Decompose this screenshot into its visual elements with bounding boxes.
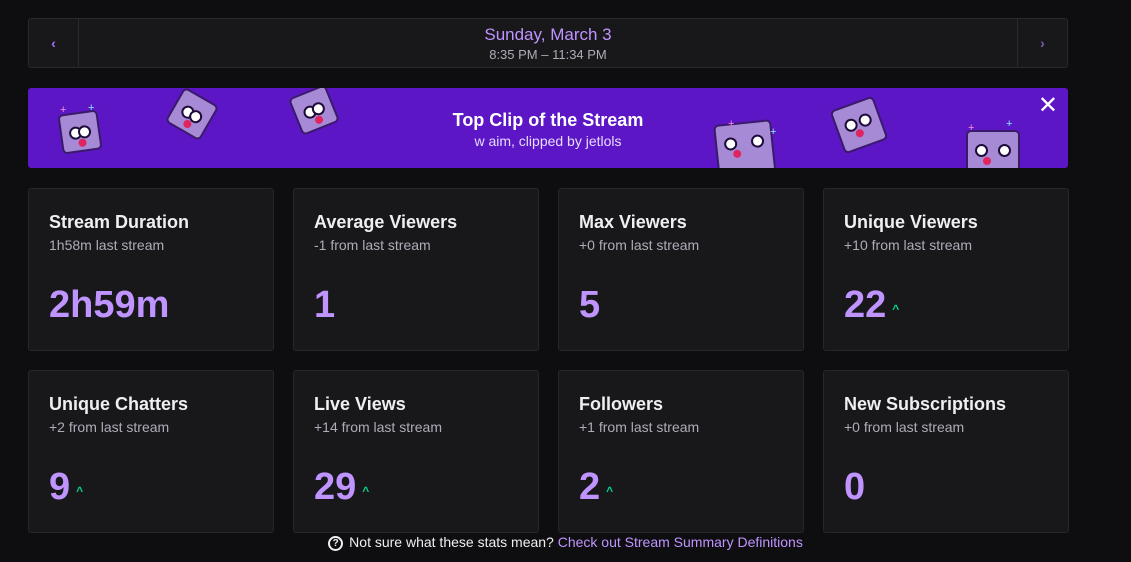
stat-title: New Subscriptions <box>844 394 1007 414</box>
stat-value: 22 <box>844 284 887 326</box>
stat-title: Average Viewers <box>314 212 458 232</box>
stat-comparison: +0 from last stream <box>844 419 965 435</box>
trend-up-icon: ^ <box>892 302 900 316</box>
top-clip-subtitle: w aim, clipped by jetlols <box>474 133 622 149</box>
stat-value: 1 <box>314 284 336 326</box>
stat-card-unique-viewers: Unique Viewers +10 from last stream 22 ^ <box>823 188 1069 351</box>
stream-date-title: Sunday, March 3 <box>484 24 612 44</box>
stat-card-unique-chatters: Unique Chatters +2 from last stream 9 ^ <box>28 370 274 533</box>
stat-value: 5 <box>579 284 601 326</box>
close-icon[interactable]: ✕ <box>1038 94 1058 118</box>
top-clip-info: Top Clip of the Stream w aim, clipped by… <box>28 108 1068 150</box>
stat-value: 9 <box>49 466 71 508</box>
stat-card-live-views: Live Views +14 from last stream 29 ^ <box>293 370 539 533</box>
stat-comparison: 1h58m last stream <box>49 237 165 253</box>
stat-card-stream-duration: Stream Duration 1h58m last stream 2h59m <box>28 188 274 351</box>
trend-up-icon: ^ <box>362 484 370 498</box>
date-navigator: ‹ Sunday, March 3 8:35 PM – 11:34 PM › <box>28 18 1068 68</box>
stat-card-average-viewers: Average Viewers -1 from last stream 1 <box>293 188 539 351</box>
stat-comparison: +1 from last stream <box>579 419 700 435</box>
stat-value: 0 <box>844 466 866 508</box>
stat-comparison: +2 from last stream <box>49 419 170 435</box>
stream-date: Sunday, March 3 8:35 PM – 11:34 PM <box>79 19 1017 67</box>
stream-time-range: 8:35 PM – 11:34 PM <box>489 46 607 62</box>
stat-title: Unique Viewers <box>844 212 978 232</box>
stat-card-followers: Followers +1 from last stream 2 ^ <box>558 370 804 533</box>
stat-title: Live Views <box>314 394 406 414</box>
stat-comparison: -1 from last stream <box>314 237 431 253</box>
trend-up-icon: ^ <box>76 484 84 498</box>
stat-title: Max Viewers <box>579 212 687 232</box>
top-clip-banner[interactable]: + + + + + + Top Clip of the Stream w aim… <box>28 88 1068 168</box>
stat-title: Unique Chatters <box>49 394 189 414</box>
chevron-left-icon: ‹ <box>51 35 56 51</box>
stat-title: Stream Duration <box>49 212 190 232</box>
stream-summary-definitions-link[interactable]: Check out Stream Summary Definitions <box>558 534 803 550</box>
stream-summary: ‹ Sunday, March 3 8:35 PM – 11:34 PM › +… <box>28 18 1069 533</box>
previous-stream-button[interactable]: ‹ <box>29 19 79 67</box>
stat-card-new-subscriptions: New Subscriptions +0 from last stream 0 <box>823 370 1069 533</box>
stats-help-footer: ? Not sure what these stats mean? Check o… <box>0 534 1131 551</box>
help-text: Not sure what these stats mean? <box>349 534 554 550</box>
stat-value: 29 <box>314 466 357 508</box>
top-clip-title: Top Clip of the Stream <box>452 110 644 130</box>
chevron-right-icon: › <box>1040 35 1045 51</box>
help-icon: ? <box>328 535 344 551</box>
stat-comparison: +14 from last stream <box>314 419 442 435</box>
stat-comparison: +10 from last stream <box>844 237 972 253</box>
stat-value: 2 <box>579 466 601 508</box>
stat-value: 2h59m <box>49 284 170 326</box>
stat-comparison: +0 from last stream <box>579 237 700 253</box>
trend-up-icon: ^ <box>606 484 614 498</box>
stat-title: Followers <box>579 394 664 414</box>
stat-card-max-viewers: Max Viewers +0 from last stream 5 <box>558 188 804 351</box>
next-stream-button[interactable]: › <box>1017 19 1067 67</box>
stats-grid: Stream Duration 1h58m last stream 2h59m … <box>28 188 1069 533</box>
